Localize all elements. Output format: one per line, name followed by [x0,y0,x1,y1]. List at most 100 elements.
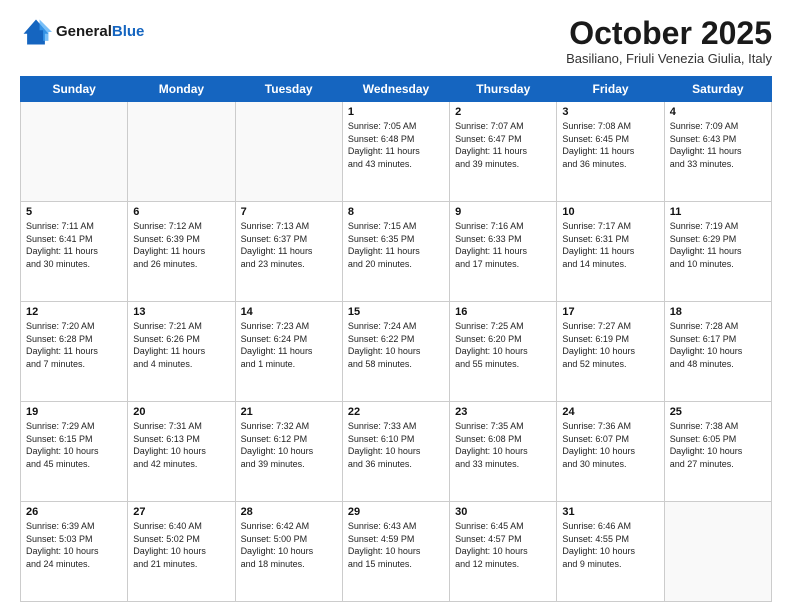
day-header-sunday: Sunday [21,77,128,102]
calendar-cell: 21Sunrise: 7:32 AM Sunset: 6:12 PM Dayli… [235,402,342,502]
day-header-saturday: Saturday [664,77,771,102]
day-number: 19 [26,406,122,418]
day-info: Sunrise: 7:09 AM Sunset: 6:43 PM Dayligh… [670,120,766,170]
day-number: 18 [670,306,766,318]
calendar-cell: 26Sunrise: 6:39 AM Sunset: 5:03 PM Dayli… [21,502,128,602]
logo: GeneralBlue [20,16,144,48]
day-number: 6 [133,206,229,218]
day-info: Sunrise: 7:24 AM Sunset: 6:22 PM Dayligh… [348,320,444,370]
day-info: Sunrise: 7:07 AM Sunset: 6:47 PM Dayligh… [455,120,551,170]
calendar-cell: 4 Sunrise: 7:09 AM Sunset: 6:43 PM Daylig… [664,102,771,202]
day-number: 3 [562,106,658,118]
calendar-cell: 2 Sunrise: 7:07 AM Sunset: 6:47 PM Daylig… [450,102,557,202]
day-info: Sunrise: 7:08 AM Sunset: 6:45 PM Dayligh… [562,120,658,170]
month-title: October 2025 [566,16,772,51]
calendar-cell: 7Sunrise: 7:13 AM Sunset: 6:37 PM Daylig… [235,202,342,302]
calendar-body: 1Sunrise: 7:05 AM Sunset: 6:48 PM Daylig… [21,102,772,602]
calendar-cell: 27Sunrise: 6:40 AM Sunset: 5:02 PM Dayli… [128,502,235,602]
day-info: Sunrise: 6:45 AM Sunset: 4:57 PM Dayligh… [455,520,551,570]
logo-icon [20,16,52,48]
day-number: 10 [562,206,658,218]
calendar-cell: 19Sunrise: 7:29 AM Sunset: 6:15 PM Dayli… [21,402,128,502]
day-info: Sunrise: 6:43 AM Sunset: 4:59 PM Dayligh… [348,520,444,570]
day-info: Sunrise: 7:12 AM Sunset: 6:39 PM Dayligh… [133,220,229,270]
day-info: Sunrise: 7:13 AM Sunset: 6:37 PM Dayligh… [241,220,337,270]
day-info: Sunrise: 7:15 AM Sunset: 6:35 PM Dayligh… [348,220,444,270]
calendar-cell: 23Sunrise: 7:35 AM Sunset: 6:08 PM Dayli… [450,402,557,502]
day-number: 24 [562,406,658,418]
title-section: October 2025 Basiliano, Friuli Venezia G… [566,16,772,66]
day-number: 12 [26,306,122,318]
header: GeneralBlue October 2025 Basiliano, Friu… [20,16,772,66]
calendar-cell [21,102,128,202]
day-info: Sunrise: 7:38 AM Sunset: 6:05 PM Dayligh… [670,420,766,470]
calendar-cell: 20 Sunrise: 7:31 AM Sunset: 6:13 PM Dayli… [128,402,235,502]
day-number: 15 [348,306,444,318]
calendar-cell: 10 Sunrise: 7:17 AM Sunset: 6:31 PM Dayli… [557,202,664,302]
day-number: 20 [133,406,229,418]
calendar-cell: 9 Sunrise: 7:16 AM Sunset: 6:33 PM Daylig… [450,202,557,302]
day-info: Sunrise: 6:46 AM Sunset: 4:55 PM Dayligh… [562,520,658,570]
calendar-header-row: SundayMondayTuesdayWednesdayThursdayFrid… [21,77,772,102]
calendar-cell: 15 Sunrise: 7:24 AM Sunset: 6:22 PM Dayli… [342,302,449,402]
calendar-cell: 28 Sunrise: 6:42 AM Sunset: 5:00 PM Dayli… [235,502,342,602]
day-info: Sunrise: 7:11 AM Sunset: 6:41 PM Dayligh… [26,220,122,270]
day-info: Sunrise: 7:35 AM Sunset: 6:08 PM Dayligh… [455,420,551,470]
day-number: 4 [670,106,766,118]
day-info: Sunrise: 7:31 AM Sunset: 6:13 PM Dayligh… [133,420,229,470]
day-number: 13 [133,306,229,318]
day-number: 14 [241,306,337,318]
day-info: Sunrise: 7:17 AM Sunset: 6:31 PM Dayligh… [562,220,658,270]
day-info: Sunrise: 6:40 AM Sunset: 5:02 PM Dayligh… [133,520,229,570]
calendar-week-4: 19Sunrise: 7:29 AM Sunset: 6:15 PM Dayli… [21,402,772,502]
day-number: 30 [455,506,551,518]
day-number: 31 [562,506,658,518]
day-info: Sunrise: 7:21 AM Sunset: 6:26 PM Dayligh… [133,320,229,370]
calendar-cell [664,502,771,602]
calendar-cell: 17 Sunrise: 7:27 AM Sunset: 6:19 PM Dayli… [557,302,664,402]
calendar-cell: 12 Sunrise: 7:20 AM Sunset: 6:28 PM Dayli… [21,302,128,402]
day-header-thursday: Thursday [450,77,557,102]
day-info: Sunrise: 7:20 AM Sunset: 6:28 PM Dayligh… [26,320,122,370]
logo-text: GeneralBlue [56,23,144,41]
calendar-week-1: 1Sunrise: 7:05 AM Sunset: 6:48 PM Daylig… [21,102,772,202]
day-number: 9 [455,206,551,218]
calendar-cell: 16Sunrise: 7:25 AM Sunset: 6:20 PM Dayli… [450,302,557,402]
day-info: Sunrise: 6:42 AM Sunset: 5:00 PM Dayligh… [241,520,337,570]
day-info: Sunrise: 7:28 AM Sunset: 6:17 PM Dayligh… [670,320,766,370]
day-info: Sunrise: 7:33 AM Sunset: 6:10 PM Dayligh… [348,420,444,470]
day-number: 17 [562,306,658,318]
calendar-week-2: 5 Sunrise: 7:11 AM Sunset: 6:41 PM Daylig… [21,202,772,302]
day-number: 25 [670,406,766,418]
calendar-cell: 24 Sunrise: 7:36 AM Sunset: 6:07 PM Dayli… [557,402,664,502]
day-info: Sunrise: 7:19 AM Sunset: 6:29 PM Dayligh… [670,220,766,270]
day-number: 1 [348,106,444,118]
day-header-friday: Friday [557,77,664,102]
calendar-cell: 22 Sunrise: 7:33 AM Sunset: 6:10 PM Dayli… [342,402,449,502]
day-number: 28 [241,506,337,518]
day-info: Sunrise: 7:27 AM Sunset: 6:19 PM Dayligh… [562,320,658,370]
day-info: Sunrise: 7:36 AM Sunset: 6:07 PM Dayligh… [562,420,658,470]
calendar-table: SundayMondayTuesdayWednesdayThursdayFrid… [20,76,772,602]
day-number: 2 [455,106,551,118]
day-number: 8 [348,206,444,218]
day-info: Sunrise: 7:23 AM Sunset: 6:24 PM Dayligh… [241,320,337,370]
calendar-cell: 5 Sunrise: 7:11 AM Sunset: 6:41 PM Daylig… [21,202,128,302]
day-number: 5 [26,206,122,218]
day-info: Sunrise: 7:32 AM Sunset: 6:12 PM Dayligh… [241,420,337,470]
calendar-cell: 14 Sunrise: 7:23 AM Sunset: 6:24 PM Dayli… [235,302,342,402]
calendar-cell: 8 Sunrise: 7:15 AM Sunset: 6:35 PM Daylig… [342,202,449,302]
day-number: 29 [348,506,444,518]
calendar-cell: 30 Sunrise: 6:45 AM Sunset: 4:57 PM Dayli… [450,502,557,602]
day-header-wednesday: Wednesday [342,77,449,102]
calendar-week-5: 26Sunrise: 6:39 AM Sunset: 5:03 PM Dayli… [21,502,772,602]
day-number: 16 [455,306,551,318]
calendar-cell: 18 Sunrise: 7:28 AM Sunset: 6:17 PM Dayli… [664,302,771,402]
day-info: Sunrise: 7:16 AM Sunset: 6:33 PM Dayligh… [455,220,551,270]
calendar-cell [235,102,342,202]
day-header-monday: Monday [128,77,235,102]
day-number: 22 [348,406,444,418]
calendar-cell: 25 Sunrise: 7:38 AM Sunset: 6:05 PM Dayli… [664,402,771,502]
day-number: 11 [670,206,766,218]
calendar-cell: 1Sunrise: 7:05 AM Sunset: 6:48 PM Daylig… [342,102,449,202]
